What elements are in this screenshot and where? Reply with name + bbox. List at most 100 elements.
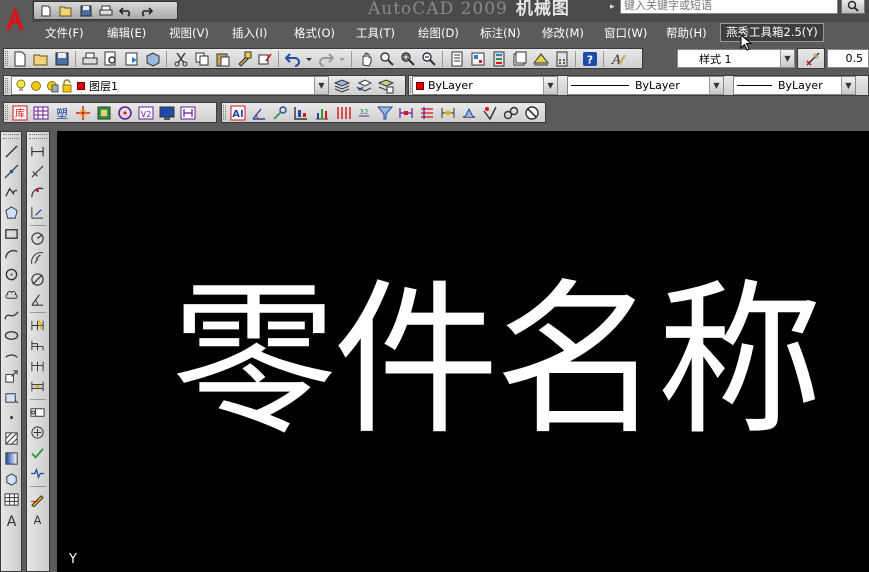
jogged-linear-icon[interactable] xyxy=(27,464,47,485)
menu-dimension[interactable]: 标注(N) xyxy=(480,25,521,41)
save-icon[interactable] xyxy=(78,4,94,18)
redo-dropdown-icon[interactable] xyxy=(337,50,347,68)
line-icon[interactable] xyxy=(1,141,21,162)
linetype-control-select[interactable]: ByLayer ▼ xyxy=(567,76,724,95)
tolerance-icon[interactable] xyxy=(27,402,47,423)
arc-icon[interactable] xyxy=(1,244,21,265)
linear-dimension-icon[interactable] xyxy=(27,141,47,162)
library-icon[interactable]: 库 xyxy=(10,104,29,122)
help-icon[interactable]: ? xyxy=(580,50,599,68)
funnel-tool-icon[interactable] xyxy=(375,104,394,122)
tool-palettes-icon[interactable] xyxy=(489,50,508,68)
polygon-icon[interactable] xyxy=(1,203,21,224)
menu-insert[interactable]: 插入(I) xyxy=(232,25,267,41)
bracket-tool-icon[interactable] xyxy=(178,104,197,122)
component-icon[interactable] xyxy=(94,104,113,122)
menu-window[interactable]: 窗口(W) xyxy=(604,25,647,41)
gradient-icon[interactable] xyxy=(1,449,21,470)
properties-icon[interactable] xyxy=(447,50,466,68)
undo-icon[interactable] xyxy=(118,4,134,18)
weld-tool-icon[interactable] xyxy=(459,104,478,122)
save-icon[interactable] xyxy=(52,50,71,68)
ellipse-arc-icon[interactable] xyxy=(1,346,21,367)
dimension-edit-icon[interactable] xyxy=(27,489,47,510)
block-editor-icon[interactable] xyxy=(255,50,274,68)
plot-icon[interactable] xyxy=(80,50,99,68)
number-tool-icon[interactable]: 32 xyxy=(354,104,373,122)
radius-dimension-icon[interactable] xyxy=(27,228,47,249)
undo-dropdown-icon[interactable] xyxy=(304,50,314,68)
menu-view[interactable]: 视图(V) xyxy=(169,25,209,41)
plastic-icon[interactable]: 塑 xyxy=(52,104,71,122)
angle-dimension-icon[interactable] xyxy=(249,104,268,122)
inspection-icon[interactable] xyxy=(27,443,47,464)
dimension-text-edit-icon[interactable]: A xyxy=(27,510,47,531)
new-file-icon[interactable] xyxy=(38,4,54,18)
layer-previous-icon[interactable] xyxy=(354,77,373,95)
continue-dimension-icon[interactable] xyxy=(27,356,47,377)
link-tool-icon[interactable] xyxy=(501,104,520,122)
design-center-icon[interactable] xyxy=(468,50,487,68)
match-properties-icon[interactable] xyxy=(234,50,253,68)
3d-publish-icon[interactable] xyxy=(143,50,162,68)
quickcalc-icon[interactable] xyxy=(552,50,571,68)
copy-icon[interactable] xyxy=(192,50,211,68)
markup-set-icon[interactable] xyxy=(531,50,550,68)
zoom-previous-icon[interactable] xyxy=(419,50,438,68)
text-tool-icon[interactable]: AI xyxy=(228,104,247,122)
layer-states-icon[interactable] xyxy=(376,77,395,95)
zoom-realtime-icon[interactable] xyxy=(377,50,396,68)
ordinate-dimension-icon[interactable] xyxy=(27,203,47,224)
drawing-text-part-name[interactable]: 零件名称 xyxy=(171,279,823,445)
align-tool-icon[interactable] xyxy=(291,104,310,122)
search-input[interactable]: 键入关键字或短语 xyxy=(620,0,838,14)
baseline-dimension-icon[interactable] xyxy=(27,336,47,357)
table-icon[interactable] xyxy=(1,490,21,511)
rectangle-icon[interactable] xyxy=(1,223,21,244)
hatch-icon[interactable] xyxy=(1,428,21,449)
bars-tool-icon[interactable] xyxy=(333,104,352,122)
grid-table-icon[interactable] xyxy=(31,104,50,122)
node-tool-icon[interactable] xyxy=(270,104,289,122)
spline-icon[interactable] xyxy=(1,305,21,326)
menu-modify[interactable]: 修改(M) xyxy=(542,25,584,41)
text-style-icon[interactable]: A xyxy=(608,50,627,68)
revision-cloud-icon[interactable] xyxy=(1,285,21,306)
polyline-icon[interactable] xyxy=(1,182,21,203)
menu-tools[interactable]: 工具(T) xyxy=(356,25,395,41)
paste-icon[interactable] xyxy=(213,50,232,68)
autocad-logo[interactable] xyxy=(0,0,32,44)
publish-icon[interactable] xyxy=(122,50,141,68)
circle-icon[interactable] xyxy=(1,264,21,285)
print-icon[interactable] xyxy=(98,4,114,18)
search-button[interactable] xyxy=(841,0,865,14)
dimension-tool-icon[interactable] xyxy=(396,104,415,122)
undo-icon[interactable] xyxy=(283,50,302,68)
aligned-dimension-icon[interactable] xyxy=(27,162,47,183)
v2-icon[interactable]: V2 xyxy=(136,104,155,122)
cut-icon[interactable] xyxy=(171,50,190,68)
make-object-layer-current-icon[interactable] xyxy=(332,77,351,95)
open-icon[interactable] xyxy=(31,50,50,68)
lineweight-control-select[interactable]: ByLayer ▼ xyxy=(733,76,856,95)
dimension-space-icon[interactable] xyxy=(27,377,47,398)
redo-icon[interactable] xyxy=(138,4,154,18)
text-style-select[interactable]: 样式 1 ▼ xyxy=(677,49,795,68)
menu-edit[interactable]: 编辑(E) xyxy=(107,25,146,41)
pan-icon[interactable] xyxy=(356,50,375,68)
scale-value-field[interactable]: 0.5 xyxy=(827,49,869,68)
circle-tool-icon[interactable] xyxy=(115,104,134,122)
dimension-style-icon[interactable] xyxy=(803,50,822,68)
menu-yanxiu-toolbox[interactable]: 燕秀工具箱2.5(Y) xyxy=(720,23,824,42)
menu-file[interactable]: 文件(F) xyxy=(45,25,84,41)
construction-line-icon[interactable] xyxy=(1,162,21,183)
make-block-icon[interactable] xyxy=(1,387,21,408)
jogged-dimension-icon[interactable] xyxy=(27,249,47,270)
break-tool-icon[interactable] xyxy=(438,104,457,122)
tolerance-tool-icon[interactable] xyxy=(417,104,436,122)
chart-tool-icon[interactable] xyxy=(312,104,331,122)
no-entry-tool-icon[interactable] xyxy=(522,104,541,122)
centerline-icon[interactable] xyxy=(73,104,92,122)
drawing-canvas[interactable]: 零件名称 Y xyxy=(57,131,869,572)
roughness-tool-icon[interactable] xyxy=(480,104,499,122)
